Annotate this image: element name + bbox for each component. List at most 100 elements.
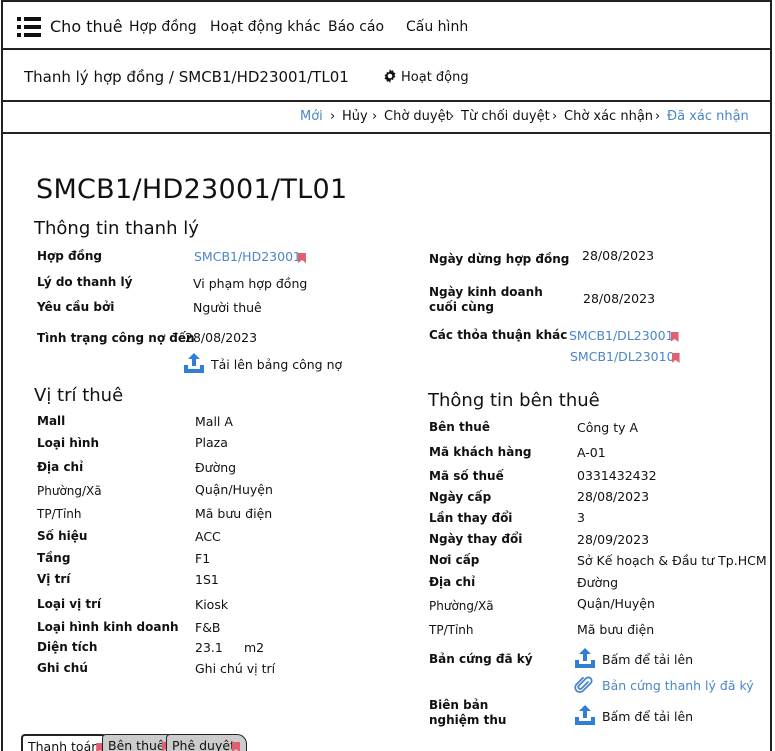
flag-icon	[671, 353, 680, 363]
tenant-field-label: TP/Tỉnh	[429, 623, 474, 637]
tenant-field-value: Quận/Huyện	[577, 596, 655, 611]
chevron-right-icon: ›	[372, 109, 378, 124]
flag-icon	[670, 332, 679, 342]
status-pending-confirmation[interactable]: Chờ xác nhận	[564, 109, 653, 124]
tenant-field-value: Đường	[577, 575, 619, 590]
acceptance-label-line1: Biên bản	[429, 698, 489, 712]
tenant-field-value: 28/08/2023	[577, 489, 650, 504]
status-new[interactable]: Mới	[300, 109, 323, 124]
tenant-field-label: Ngày cấp	[429, 490, 492, 504]
other-agreement-link[interactable]: SMCB1/DL23001	[569, 328, 679, 343]
tenant-field-label: Mã khách hàng	[429, 445, 532, 459]
signed-upload-label: Bấm để tải lên	[602, 652, 694, 667]
flag-icon	[231, 742, 240, 751]
acceptance-upload-button[interactable]: Bấm để tải lên	[574, 704, 693, 726]
location-field-value: Đường	[195, 460, 237, 475]
status-cancelled[interactable]: Hủy	[342, 109, 368, 124]
activity-button[interactable]: Hoạt động	[383, 69, 469, 85]
location-field-value: F&B	[195, 620, 221, 635]
acceptance-label-line2: nghiệm thu	[429, 713, 507, 727]
location-field-value: Ghi chú vị trí	[195, 661, 276, 676]
activity-label: Hoạt động	[401, 70, 469, 85]
reason-label: Lý do thanh lý	[37, 275, 133, 289]
document-title: SMCB1/HD23001/TL01	[36, 174, 348, 205]
tenant-field-label: Địa chỉ	[429, 575, 476, 589]
location-field-label: Phường/Xã	[37, 484, 102, 498]
location-field-value: 1S1	[195, 572, 219, 587]
tenant-field-label: Mã số thuế	[429, 469, 504, 483]
location-field-label: Ghi chú	[37, 661, 88, 675]
location-field-label: TP/Tỉnh	[37, 507, 82, 521]
location-field-label: Địa chỉ	[37, 460, 84, 474]
section-title-liquidation: Thông tin thanh lý	[34, 218, 199, 239]
location-field-label: Mall	[37, 414, 66, 428]
tab-approval[interactable]: Phê duyệt	[166, 734, 247, 751]
tenant-field-value: Sở Kế hoạch & Đầu tư Tp.HCM	[577, 553, 767, 568]
location-field-value: Kiosk	[195, 597, 229, 612]
upload-debt-button[interactable]: Tải lên bảng công nợ	[183, 352, 342, 374]
chevron-right-icon: ›	[655, 109, 661, 124]
signed-document-link[interactable]: Bản cứng thanh lý đã ký	[574, 675, 754, 695]
signed-copy-label: Bản cứng đã ký	[429, 652, 533, 666]
tenant-field-label: Lần thay đổi	[429, 511, 513, 525]
chevron-right-icon: ›	[552, 109, 558, 124]
tenant-field-value: Công ty A	[577, 420, 639, 435]
location-field-label: Diện tích	[37, 640, 98, 654]
breadcrumb: Thanh lý hợp đồng / SMCB1/HD23001/TL01	[24, 68, 349, 86]
tenant-field-label: Bên thuê	[429, 420, 490, 434]
location-field-label: Loại hình	[37, 436, 100, 450]
tenant-field-value: 28/09/2023	[577, 532, 650, 547]
location-field-label: Loại hình kinh doanh	[37, 620, 179, 634]
nav-item-contracts[interactable]: Hợp đồng	[129, 19, 197, 35]
tenant-field-label: Nơi cấp	[429, 553, 480, 567]
nav-item-other-activities[interactable]: Hoạt động khác	[210, 19, 321, 35]
location-field-value: Mall A	[195, 414, 233, 429]
gear-icon	[384, 69, 396, 83]
menu-icon[interactable]	[17, 17, 41, 37]
last-business-day-label-line2: cuối cùng	[429, 300, 494, 314]
stop-date-value: 28/08/2023	[582, 248, 655, 263]
tenant-field-value: Mã bưu điện	[577, 622, 655, 637]
signed-document-label: Bản cứng thanh lý đã ký	[602, 678, 754, 693]
location-field-label: Vị trí	[37, 572, 71, 586]
location-field-label: Tầng	[37, 551, 71, 565]
tenant-field-value: 0331432432	[577, 468, 657, 483]
upload-debt-label: Tải lên bảng công nợ	[211, 357, 343, 372]
tab-payment[interactable]: Thanh toán	[21, 734, 113, 751]
other-agreements-label: Các thỏa thuận khác	[429, 328, 568, 342]
tenant-field-label: Ngày thay đổi	[429, 532, 523, 546]
chevron-right-icon: ›	[330, 109, 336, 124]
section-title-location: Vị trí thuê	[34, 385, 124, 406]
upload-icon	[184, 353, 204, 373]
status-pending-approval[interactable]: Chờ duyệt	[384, 109, 451, 124]
app-frame: Cho thuê Hợp đồng Hoạt động khác Báo cáo…	[1, 0, 772, 751]
last-business-day-value: 28/08/2023	[583, 291, 656, 306]
other-agreement-link[interactable]: SMCB1/DL23010	[570, 349, 680, 364]
tenant-field-value: A-01	[577, 445, 606, 460]
contract-link[interactable]: SMCB1/HD23001	[194, 249, 306, 264]
upload-icon	[575, 705, 595, 725]
area-unit: m2	[244, 640, 265, 655]
location-field-value: 23.1	[195, 640, 223, 655]
last-business-day-label-line1: Ngày kinh doanh	[429, 285, 543, 299]
status-rejected[interactable]: Từ chối duyệt	[461, 109, 550, 124]
upload-icon	[575, 648, 595, 668]
signed-upload-button[interactable]: Bấm để tải lên	[574, 647, 693, 669]
location-field-value: ACC	[195, 529, 221, 544]
location-field-value: Quận/Huyện	[195, 482, 273, 497]
requested-by-value: Người thuê	[193, 300, 262, 315]
flag-icon	[297, 253, 306, 263]
chevron-right-icon: ›	[449, 109, 455, 124]
location-field-value: F1	[195, 551, 211, 566]
tenant-field-value: 3	[577, 510, 585, 525]
acceptance-upload-label: Bấm để tải lên	[602, 709, 694, 724]
requested-by-label: Yêu cầu bởi	[37, 300, 115, 314]
contract-label: Hợp đồng	[37, 249, 103, 263]
status-confirmed[interactable]: Đã xác nhận	[667, 109, 749, 124]
paperclip-icon	[574, 676, 593, 694]
nav-item-settings[interactable]: Cấu hình	[406, 19, 468, 35]
nav-item-reports[interactable]: Báo cáo	[328, 19, 384, 35]
app-brand[interactable]: Cho thuê	[50, 17, 123, 36]
reason-value: Vi phạm hợp đồng	[193, 276, 308, 291]
debt-status-label: Tình trạng công nợ đến	[37, 331, 195, 345]
